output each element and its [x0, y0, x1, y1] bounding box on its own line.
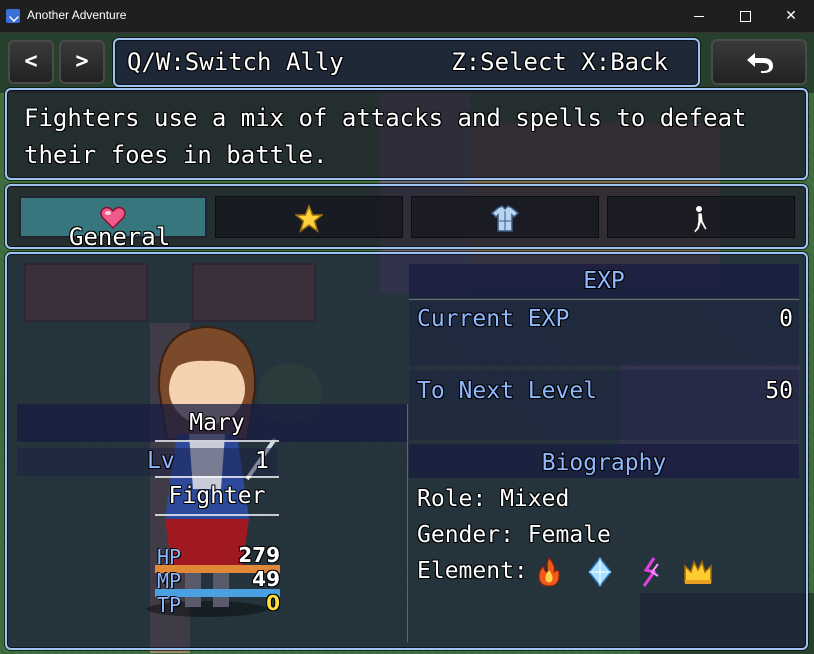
ice-icon — [588, 556, 612, 588]
actor-class: Fighter — [168, 483, 266, 509]
next-level-label: To Next Level — [417, 378, 598, 404]
tab-general[interactable]: General — [19, 196, 207, 251]
mp-label: MP — [157, 569, 182, 593]
minimize-button[interactable] — [676, 0, 722, 32]
app-icon — [6, 9, 20, 23]
close-button[interactable]: ✕ — [768, 0, 814, 32]
undo-arrow-icon — [747, 53, 773, 73]
class-underline — [155, 514, 279, 516]
minimize-icon — [694, 15, 704, 17]
prev-ally-button[interactable]: < — [8, 40, 54, 84]
window-titlebar: Another Adventure ✕ — [0, 0, 814, 33]
next-ally-button[interactable]: > — [59, 40, 105, 84]
biography-element-label: Element: — [417, 558, 528, 584]
actor-name: Mary — [189, 410, 245, 436]
tp-label: TP — [157, 593, 182, 617]
help-switch-ally: Q/W:Switch Ally — [127, 48, 344, 76]
status-tabs-window: General — [5, 184, 808, 251]
level-value: 1 — [255, 448, 269, 474]
tab-general-label: General — [69, 223, 171, 251]
exp-header: EXP — [583, 268, 625, 294]
tab-stance[interactable] — [607, 196, 795, 238]
column-divider — [407, 404, 408, 642]
hp-value: 279 — [238, 543, 280, 567]
name-underline — [155, 440, 279, 442]
mp-value: 49 — [252, 567, 280, 591]
controls-help-bar: Q/W:Switch Ally Z:Select X:Back — [113, 38, 700, 87]
back-button[interactable] — [711, 39, 807, 85]
fire-icon — [538, 557, 560, 587]
tp-value: 0 — [266, 591, 280, 615]
armor-icon — [490, 205, 520, 232]
description-line-1: Fighters use a mix of attacks and spells… — [24, 104, 747, 132]
status-main-window: Mary Lv 1 Fighter HP 279 MP 49 TP 0 EXP … — [5, 252, 808, 650]
level-underline — [155, 476, 279, 478]
tp-gauge: TP 0 — [155, 591, 280, 623]
crown-icon — [684, 559, 712, 584]
biography-header: Biography — [541, 450, 667, 476]
star-icon — [295, 205, 323, 233]
lightning-icon — [642, 557, 659, 587]
description-line-2: their foes in battle. — [24, 141, 328, 169]
maximize-button[interactable] — [722, 0, 768, 32]
tab-skills[interactable] — [215, 196, 403, 238]
level-label: Lv — [147, 448, 175, 474]
help-select-back: Z:Select X:Back — [451, 48, 668, 76]
window-title: Another Adventure — [27, 8, 127, 22]
maximize-icon — [739, 10, 751, 22]
biography-gender: Gender: Female — [417, 522, 611, 548]
tab-equipment[interactable] — [411, 196, 599, 238]
stance-icon — [693, 206, 708, 234]
biography-role: Role: Mixed — [417, 486, 570, 512]
current-exp-value: 0 — [779, 306, 793, 332]
next-level-value: 50 — [765, 378, 793, 404]
class-description-window: Fighters use a mix of attacks and spells… — [5, 88, 808, 180]
current-exp-label: Current EXP — [417, 306, 570, 332]
hp-label: HP — [157, 545, 182, 569]
